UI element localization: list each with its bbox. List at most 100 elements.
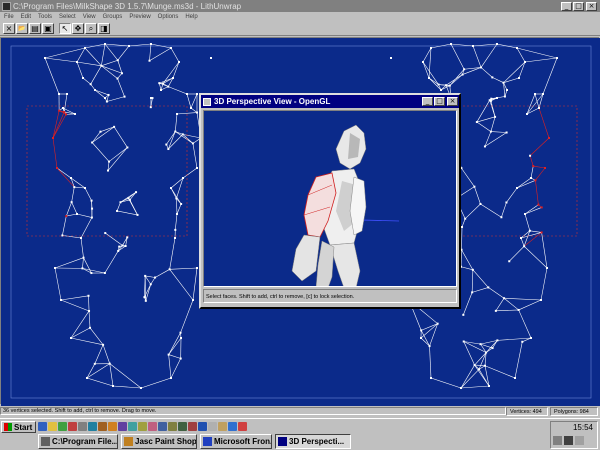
mesh-vertex [126,236,129,239]
mesh-vertex [518,77,520,79]
mesh-vertex [144,274,147,277]
quicklaunch-app-icon[interactable] [128,422,137,431]
perspective-minimize-button[interactable]: _ [422,97,433,106]
open-button[interactable]: 📂 [16,23,28,34]
mesh-vertex [88,309,91,312]
start-button[interactable]: Start [1,421,36,433]
perspective-maximize-button[interactable]: □ [434,97,445,106]
menu-select[interactable]: Select [59,14,76,20]
quicklaunch-app-icon[interactable] [168,422,177,431]
quicklaunch-app-icon[interactable] [118,422,127,431]
mesh-vertex [52,137,54,139]
tray-app-icon[interactable] [575,436,584,445]
menu-file[interactable]: File [4,14,14,20]
mesh-vertex [186,93,188,95]
window-title-bar[interactable]: C:\Program Files\MilkShape 3D 1.5.7\Mung… [0,0,600,12]
mesh-vertex [534,93,536,95]
quicklaunch-app-icon[interactable] [178,422,187,431]
menu-options[interactable]: Options [158,14,179,20]
quicklaunch-app-icon[interactable] [78,422,87,431]
close-button[interactable]: × [586,1,597,11]
mesh-vertex [437,83,440,86]
mesh-vertex [174,237,176,239]
mesh-vertex [521,340,524,343]
zoom-button[interactable]: ⌕ [85,23,97,34]
quicklaunch-app-icon[interactable] [58,422,67,431]
mesh-vertex [448,84,451,87]
mesh-vertex [540,299,542,301]
task-milkshape[interactable]: C:\Program File... [38,434,118,449]
quicklaunch-app-icon[interactable] [108,422,117,431]
quicklaunch-app-icon[interactable] [98,422,107,431]
perspective-close-button[interactable]: × [447,97,458,106]
mesh-vertex [58,109,61,112]
menu-preview[interactable]: Preview [129,14,150,20]
system-tray: 15:54 [550,421,598,449]
quicklaunch-app-icon[interactable] [148,422,157,431]
perspective-title-bar[interactable]: 3D Perspective View - OpenGL _ □ × [201,95,459,108]
mesh-vertex [81,267,84,270]
mesh-vertex [149,283,152,286]
quicklaunch-app-icon[interactable] [158,422,167,431]
select-arrow-button[interactable]: ↖ [59,23,71,34]
uv-viewport[interactable]: 3D Perspective View - OpenGL _ □ × Selec… [0,37,600,406]
perspective-window-icon[interactable] [203,97,211,106]
tray-volume-icon[interactable] [564,436,573,445]
quicklaunch-app-icon[interactable] [228,422,237,431]
mesh-vertex [144,299,147,302]
mesh-vertex [516,47,518,49]
quicklaunch-app-icon[interactable] [218,422,227,431]
taskbar: Start C:\Program File... Jasc Paint Shop… [0,418,600,450]
mesh-vertex [65,215,68,218]
clock[interactable]: 15:54 [573,423,593,432]
mesh-vertex [117,249,120,252]
menu-edit[interactable]: Edit [21,14,31,20]
mesh-vertex [73,186,76,189]
task-paint-shop[interactable]: Jasc Paint Shop... [121,434,197,449]
mesh-vertex [196,267,198,269]
save-button[interactable]: ▣ [42,23,54,34]
quicklaunch-app-icon[interactable] [198,422,207,431]
mesh-vertex [54,267,56,269]
quicklaunch-ie-icon[interactable] [38,422,47,431]
quicklaunch-folder-icon[interactable] [48,422,57,431]
open-image-button[interactable]: ▤ [29,23,41,34]
zoom-extents-button[interactable]: ◨ [98,23,110,34]
mesh-vertex [62,107,64,109]
mesh-vertex [472,45,474,47]
quicklaunch-app-icon[interactable] [188,422,197,431]
quicklaunch-app-icon[interactable] [68,422,77,431]
perspective-3d-canvas[interactable] [203,110,457,287]
menu-groups[interactable]: Groups [103,14,123,20]
mesh-vertex [473,185,476,188]
close-model-button[interactable]: × [3,23,15,34]
task-3d-perspective[interactable]: 3D Perspecti... [275,434,351,449]
minimize-button[interactable]: _ [561,1,572,11]
menu-view[interactable]: View [83,14,96,20]
mesh-vertex [74,113,76,115]
mesh-vertex [94,89,96,91]
maximize-button[interactable]: □ [573,1,584,11]
character-model-render[interactable] [204,111,457,287]
quick-launch-bar [38,422,248,431]
quicklaunch-app-icon[interactable] [88,422,97,431]
quicklaunch-app-icon[interactable] [238,422,247,431]
app-icon[interactable] [2,1,11,11]
mesh-vertex [488,99,491,102]
quicklaunch-app-icon[interactable] [208,422,217,431]
tray-network-icon[interactable] [553,436,562,445]
mesh-vertex [475,121,478,124]
task-frontpage[interactable]: Microsoft Fron... [200,434,272,449]
mesh-vertex [390,57,392,59]
perspective-window[interactable]: 3D Perspective View - OpenGL _ □ × Selec… [199,93,461,309]
menu-tools[interactable]: Tools [38,14,52,20]
mesh-vertex [70,337,72,339]
mesh-vertex [478,368,481,371]
frontpage-icon [203,437,212,446]
mesh-vertex [158,82,161,85]
mesh-vertex [90,216,93,219]
menu-help[interactable]: Help [185,14,197,20]
quicklaunch-app-icon[interactable] [138,422,147,431]
move-button[interactable]: ✥ [72,23,84,34]
mesh-vertex [44,57,46,59]
